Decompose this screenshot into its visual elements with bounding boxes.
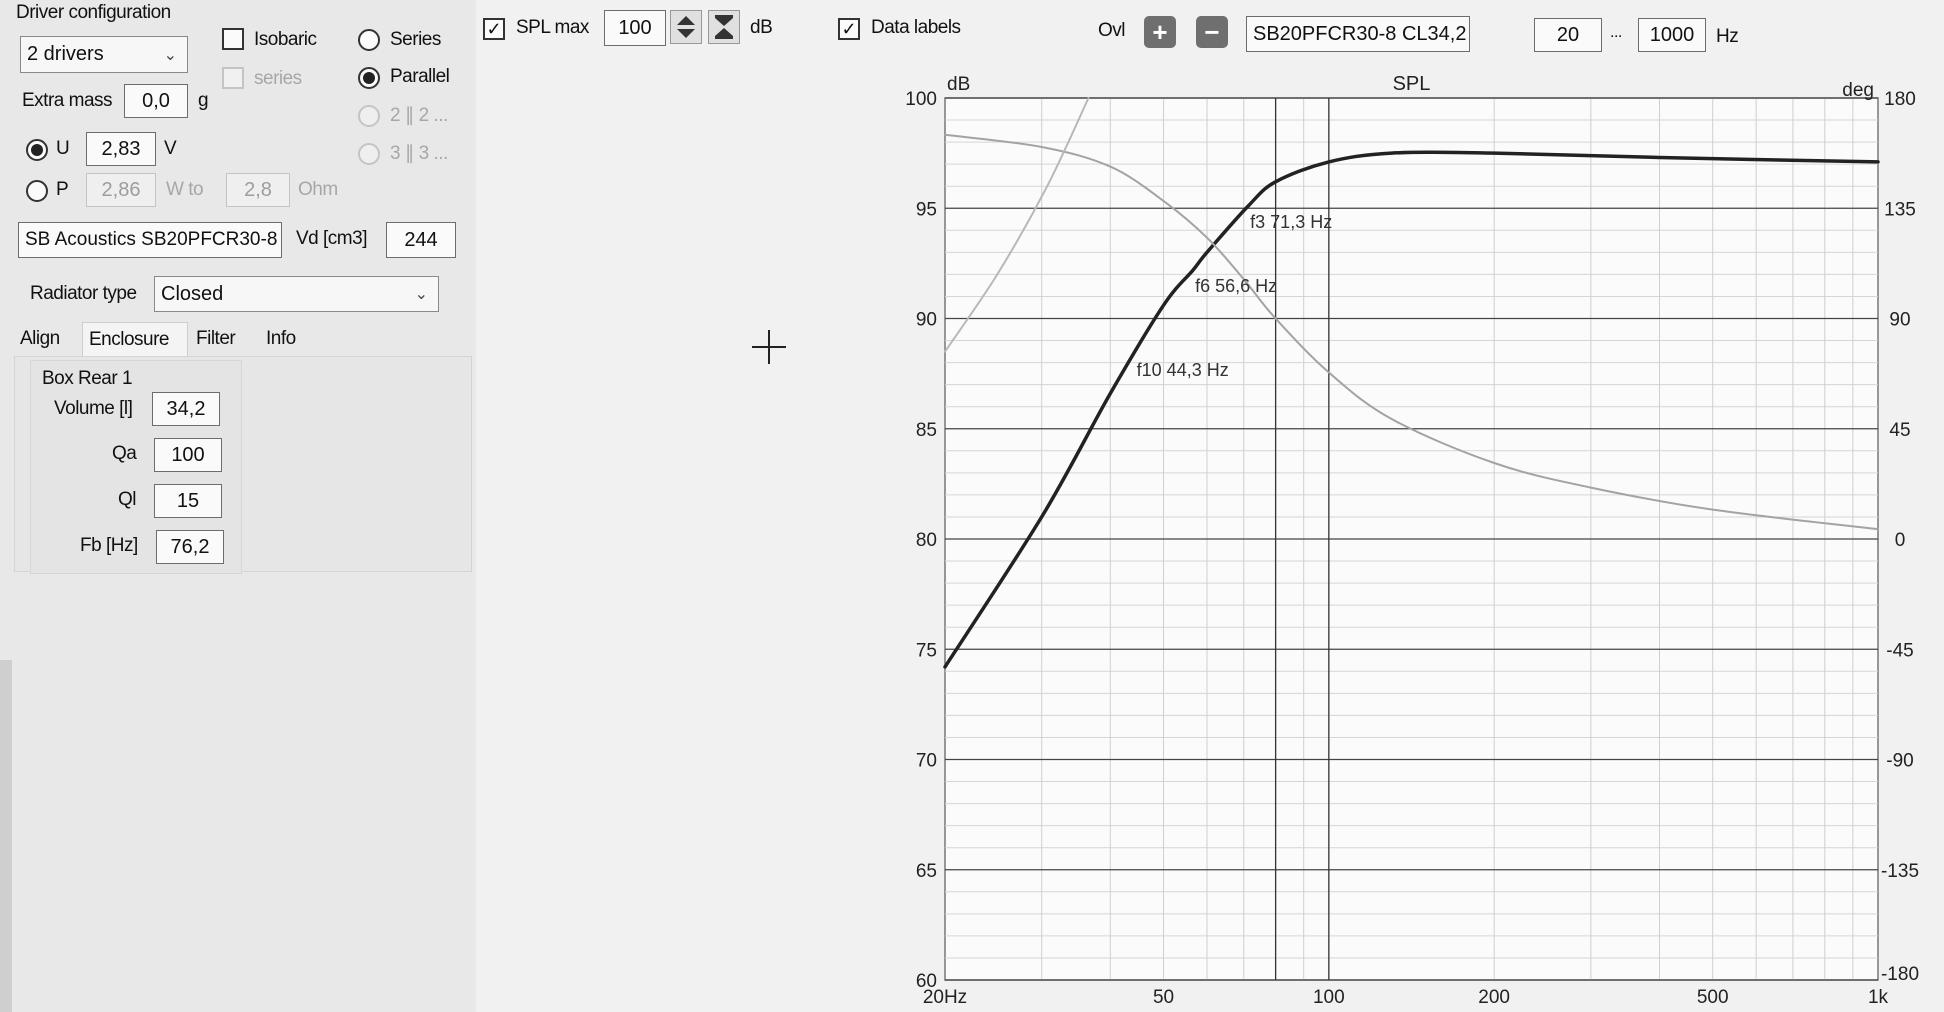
option-3x3-radio[interactable] (358, 143, 380, 165)
driver-name-field[interactable]: SB Acoustics SB20PFCR30-8 (18, 222, 282, 258)
data-labels-checkbox[interactable]: ✓ (838, 18, 860, 40)
tab-align[interactable]: Align (14, 322, 80, 356)
p-label: P (56, 179, 69, 200)
isobaric-series-checkbox[interactable] (222, 67, 244, 89)
p-radio[interactable] (26, 180, 48, 202)
u-radio[interactable] (26, 139, 48, 161)
driver-config-title: Driver configuration (16, 2, 171, 23)
y-tick-label: 80 (916, 530, 937, 551)
extra-mass-unit: g (198, 90, 209, 111)
fb-label: Fb [Hz] (80, 535, 138, 556)
left-unit-label: dB (947, 74, 970, 95)
overlay-add-icon[interactable]: + (1144, 16, 1176, 48)
isobaric-series-label: series (254, 68, 302, 89)
freq-max-input[interactable]: 1000 (1638, 18, 1706, 52)
y2-tick-label: -90 (1886, 751, 1913, 772)
vd-input[interactable]: 244 (386, 222, 456, 258)
parallel-radio[interactable] (358, 67, 380, 89)
x-tick-label: 500 (1697, 987, 1729, 1008)
tab-enclosure[interactable]: Enclosure (82, 322, 188, 356)
spl-max-input[interactable]: 100 (604, 10, 666, 46)
x-tick-label: 50 (1153, 987, 1174, 1008)
tab-filter[interactable]: Filter (190, 322, 258, 356)
spl-max-checkbox[interactable]: ✓ (483, 18, 505, 40)
y-tick-label: 95 (916, 199, 937, 220)
extra-mass-input[interactable]: 0,0 (124, 84, 188, 118)
y-tick-label: 70 (916, 751, 937, 772)
y2-tick-label: -45 (1886, 640, 1913, 661)
box-title: Box Rear 1 (42, 368, 133, 389)
radiator-type-label: Radiator type (30, 283, 137, 304)
option-2x2-radio[interactable] (358, 105, 380, 127)
option-3x3-label: 3 ∥ 3 ... (390, 143, 448, 164)
w-to-label: W to (166, 179, 204, 200)
db-unit-label: dB (750, 17, 773, 38)
ql-input[interactable]: 15 (154, 484, 222, 518)
radiator-type-select[interactable]: Closed ⌄ (154, 276, 439, 312)
parallel-label: Parallel (390, 66, 450, 87)
y-tick-label: 100 (905, 89, 937, 110)
u-label: U (56, 138, 70, 159)
tab-bar: Align Enclosure Filter Info (14, 322, 324, 356)
drivers-select-value: 2 drivers (27, 43, 104, 65)
overlay-name-field[interactable]: SB20PFCR30-8 CL34,2 (1246, 16, 1470, 52)
drivers-select[interactable]: 2 drivers ⌄ (20, 36, 188, 73)
vd-label: Vd [cm3] (296, 228, 367, 249)
data-label: f10 44,3 Hz (1137, 360, 1229, 380)
y2-tick-label: 0 (1895, 530, 1906, 551)
data-label: f3 71,3 Hz (1250, 212, 1332, 232)
tab-info[interactable]: Info (260, 322, 324, 356)
x-tick-label: 1k (1868, 987, 1889, 1008)
chart-title: SPL (1393, 73, 1431, 95)
y-tick-label: 65 (916, 861, 937, 882)
overlay-remove-icon[interactable]: − (1196, 16, 1228, 48)
right-unit-label: deg (1842, 80, 1874, 101)
y2-tick-label: -180 (1881, 964, 1919, 985)
x-tick-label: 200 (1478, 987, 1510, 1008)
freq-separator: ... (1610, 24, 1622, 41)
data-labels-label: Data labels (871, 17, 961, 38)
y-tick-label: 90 (916, 310, 937, 331)
spl-chart[interactable]: 100959085807570656018013590450-45-90-135… (880, 56, 1944, 1012)
option-2x2-label: 2 ∥ 2 ... (390, 105, 448, 126)
ohm-unit: Ohm (298, 179, 338, 200)
qa-input[interactable]: 100 (154, 438, 222, 472)
series-label: Series (390, 29, 441, 50)
isobaric-label: Isobaric (254, 29, 317, 50)
crosshair-cursor-icon (752, 330, 786, 364)
data-label: f6 56,6 Hz (1195, 276, 1277, 296)
fb-input[interactable]: 76,2 (156, 530, 224, 564)
chart-grid (944, 97, 1879, 981)
hz-unit-label: Hz (1716, 26, 1739, 47)
volume-input[interactable]: 34,2 (152, 392, 220, 426)
isobaric-checkbox[interactable] (222, 28, 244, 50)
x-tick-label: 100 (1313, 987, 1345, 1008)
p-input[interactable]: 2,86 (86, 173, 156, 207)
y2-tick-label: 135 (1884, 199, 1916, 220)
chevron-down-icon: ⌄ (414, 286, 428, 303)
extra-mass-label: Extra mass (22, 90, 113, 111)
radiator-type-value: Closed (161, 282, 224, 305)
ohm-input[interactable]: 2,8 (226, 173, 290, 207)
y2-tick-label: 180 (1884, 89, 1916, 110)
ovl-label: Ovl (1098, 20, 1126, 41)
freq-min-input[interactable]: 20 (1534, 18, 1602, 52)
chevron-down-icon: ⌄ (163, 46, 177, 64)
y-tick-label: 75 (916, 640, 937, 661)
spl-autoscale-icon[interactable] (708, 10, 740, 44)
qa-label: Qa (112, 443, 137, 464)
volume-label: Volume [l] (54, 398, 133, 419)
series-radio[interactable] (358, 29, 380, 51)
spl-spinner-up-down-icon[interactable] (670, 10, 702, 44)
spl-max-label: SPL max (516, 17, 589, 38)
u-input[interactable]: 2,83 (86, 132, 156, 166)
x-tick-label: 20Hz (923, 987, 967, 1008)
driver-config-panel: Driver configuration 2 drivers ⌄ Isobari… (0, 0, 476, 1012)
u-unit: V (164, 138, 177, 159)
y2-tick-label: 45 (1889, 420, 1910, 441)
y-tick-label: 85 (916, 420, 937, 441)
ql-label: Ql (118, 489, 137, 510)
y2-tick-label: -135 (1881, 861, 1919, 882)
y2-tick-label: 90 (1889, 310, 1910, 331)
